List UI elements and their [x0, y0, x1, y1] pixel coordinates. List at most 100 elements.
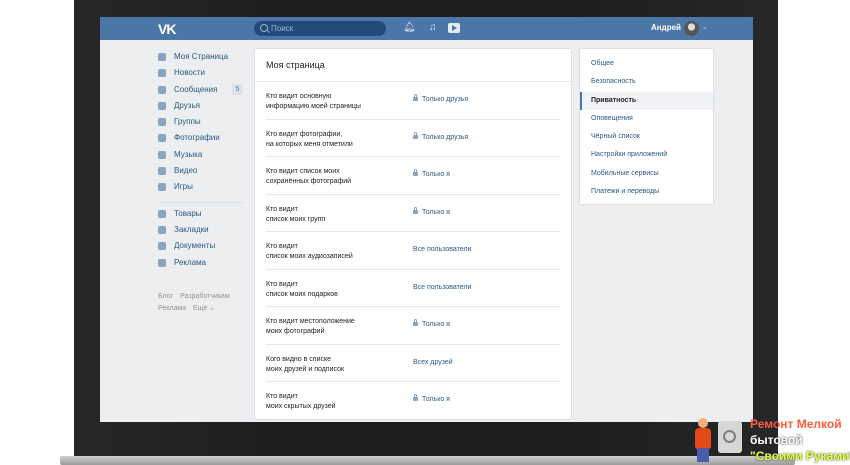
sidebar-item-label: Фотографии	[174, 133, 220, 143]
document-icon	[158, 242, 166, 251]
sidebar-item-label: Товары	[174, 208, 202, 218]
lock-icon	[413, 206, 418, 214]
screen: VK Поиск 🔔︎ ♫ Андрей ⌄ Моя Страница Ново…	[100, 17, 753, 422]
sidebar-item-news[interactable]: Новости	[158, 67, 248, 83]
setting-question: Кто видит список моих сохранённых фотогра…	[266, 167, 406, 187]
laptop-base	[60, 456, 795, 465]
watermark-line3: "Своими Руками"	[750, 449, 850, 463]
lock-icon	[413, 319, 418, 326]
sidebar-item-my-page[interactable]: Моя Страница	[158, 51, 248, 67]
shop-icon	[158, 209, 166, 218]
setting-question-line2: список моих групп	[266, 215, 326, 223]
footer-link-devs[interactable]: Разработчикам	[180, 293, 230, 300]
watermark-line2: бытовой	[750, 433, 803, 447]
setting-question: Кто видит фотографии, на которых меня отм…	[266, 130, 406, 150]
settings-nav-blacklist[interactable]: Чёрный список	[580, 128, 713, 146]
user-name[interactable]: Андрей	[651, 23, 681, 32]
setting-question: Кто видит список моих подарков	[266, 280, 406, 300]
sidebar-item-documents[interactable]: Документы	[158, 240, 248, 256]
setting-value: Только друзья	[422, 133, 469, 141]
lock-icon	[413, 169, 418, 176]
setting-question-line1: Кто видит	[266, 205, 298, 213]
settings-nav-security[interactable]: Безопасность	[580, 73, 713, 91]
settings-nav-payments[interactable]: Платежи и переводы	[580, 183, 713, 201]
settings-nav-mobile[interactable]: Мобильные сервисы	[580, 165, 713, 183]
chevron-down-icon[interactable]: ⌄	[702, 23, 708, 31]
bell-icon[interactable]: 🔔︎	[403, 22, 416, 34]
setting-row: Кто видит основную информацию моей страни…	[266, 82, 560, 120]
setting-question-line1: Кто видит фотографии,	[266, 130, 343, 138]
music-icon[interactable]: ♫	[429, 22, 437, 34]
footer-link-ads[interactable]: Реклама	[158, 305, 186, 312]
setting-question: Кто видит список моих групп	[266, 205, 406, 225]
sidebar-item-label: Игры	[174, 182, 193, 192]
menu-divider	[158, 198, 248, 208]
settings-nav-privacy[interactable]: Приватность	[580, 91, 713, 110]
sidebar-item-label: Документы	[174, 241, 216, 251]
bookmark-icon	[158, 225, 166, 234]
setting-question-line1: Кто видит список моих	[266, 168, 340, 175]
setting-value-dropdown[interactable]: Только друзья	[413, 131, 469, 141]
sidebar-item-label: Реклама	[174, 257, 207, 267]
sidebar-item-music[interactable]: Музыка	[158, 149, 248, 165]
setting-value-dropdown[interactable]: Все пользователи	[413, 284, 471, 291]
setting-value: Только я	[422, 208, 450, 216]
setting-row: Кто видит список моих подарков Все пользов…	[266, 270, 560, 307]
setting-value: Все пользователи	[413, 283, 472, 291]
footer-link-blog[interactable]: Блог	[158, 293, 173, 300]
avatar[interactable]	[684, 21, 699, 36]
settings-nav-notifications[interactable]: Оповещения	[580, 110, 713, 128]
setting-question-line1: Кто видит	[266, 243, 298, 250]
settings-nav-general[interactable]: Общее	[580, 55, 713, 73]
setting-question-line2: сохранённых фотографий	[266, 178, 352, 185]
sidebar-item-friends[interactable]: Друзья	[158, 100, 248, 116]
lock-icon	[413, 131, 418, 139]
sidebar-item-goods[interactable]: Товары	[158, 208, 248, 224]
setting-question-line2: список моих аудиозаписей	[266, 253, 353, 260]
setting-question-line1: Кто видит основную	[266, 93, 332, 100]
sidebar-item-groups[interactable]: Группы	[158, 116, 248, 132]
setting-value-dropdown[interactable]: Только я	[413, 319, 450, 328]
footer-link-more[interactable]: Ещё ⌄	[193, 305, 215, 312]
setting-value-dropdown[interactable]: Только я	[413, 169, 450, 178]
setting-row: Кто видит местоположение моих фотографий Т…	[266, 307, 560, 345]
sidebar-item-video[interactable]: Видео	[158, 165, 248, 181]
friends-icon	[158, 101, 166, 110]
repairman-figure	[692, 418, 714, 462]
setting-row: Кто видит список моих аудиозаписей Все пол…	[266, 232, 560, 270]
vk-logo[interactable]: VK	[158, 21, 176, 37]
setting-value: Только друзья	[422, 96, 469, 103]
sidebar-item-label: Группы	[174, 117, 201, 127]
sidebar-item-ads[interactable]: Реклама	[158, 257, 248, 273]
setting-value-dropdown[interactable]: Всех друзей	[413, 359, 453, 366]
setting-row: Кто видит список моих групп Только я	[266, 195, 560, 232]
setting-value: Только я	[422, 396, 450, 403]
setting-value-dropdown[interactable]: Только друзья	[413, 94, 469, 103]
setting-question: Кого видно в списке моих друзей и подписо…	[266, 355, 406, 375]
search-input[interactable]: Поиск	[254, 21, 386, 36]
setting-question-line2: моих фотографий	[266, 328, 325, 335]
setting-value-dropdown[interactable]: Только я	[413, 394, 450, 403]
settings-nav-apps[interactable]: Настройки приложений	[580, 146, 713, 164]
setting-question: Кто видит моих скрытых друзей	[266, 392, 406, 412]
sidebar-item-photos[interactable]: Фотографии	[158, 132, 248, 148]
video-icon	[158, 167, 166, 176]
setting-value-dropdown[interactable]: Все пользователи	[413, 246, 471, 253]
video-play-icon[interactable]	[448, 23, 460, 33]
groups-icon	[158, 118, 166, 127]
sidebar-item-messages[interactable]: Сообщения 5	[158, 83, 248, 100]
setting-question-line1: Кого видно в списке	[266, 355, 332, 363]
sidebar-item-label: Видео	[174, 166, 198, 176]
sidebar-item-games[interactable]: Игры	[158, 181, 248, 197]
setting-question-line2: информацию моей страницы	[266, 103, 361, 110]
camera-icon	[158, 134, 166, 143]
setting-value: Только я	[422, 321, 450, 328]
games-icon	[158, 183, 166, 192]
setting-value-dropdown[interactable]: Только я	[413, 206, 450, 216]
setting-question: Кто видит основную информацию моей страни…	[266, 92, 406, 112]
setting-question-line2: моих друзей и подписок	[266, 365, 345, 373]
sidebar-item-bookmarks[interactable]: Закладки	[158, 224, 248, 240]
setting-question-line2: моих скрытых друзей	[266, 403, 336, 410]
watermark-line1: Ремонт Мелкой	[750, 417, 842, 431]
setting-value: Всех друзей	[413, 358, 453, 366]
